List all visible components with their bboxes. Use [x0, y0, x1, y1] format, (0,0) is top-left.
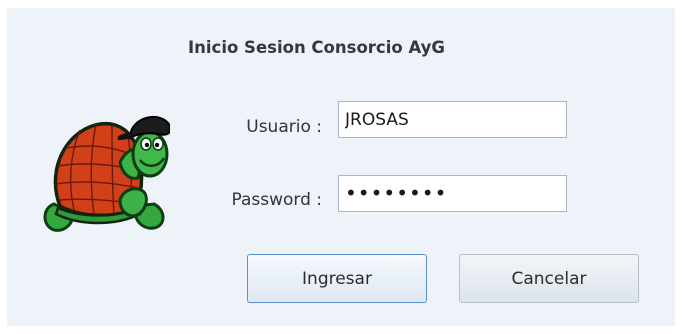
login-dialog: Inicio Sesion Consorcio AyG Usuario: JR… — [7, 8, 675, 326]
turtle-mascot-icon — [43, 116, 170, 232]
password-label: Password : — [231, 190, 322, 210]
dialog-title: Inicio Sesion Consorcio AyG — [188, 38, 445, 57]
cancel-button[interactable]: Cancelar — [459, 254, 639, 303]
login-button[interactable]: Ingresar — [247, 254, 427, 303]
password-input[interactable] — [338, 175, 567, 212]
username-label: Usuario : — [246, 117, 322, 137]
username-input[interactable] — [338, 101, 567, 138]
